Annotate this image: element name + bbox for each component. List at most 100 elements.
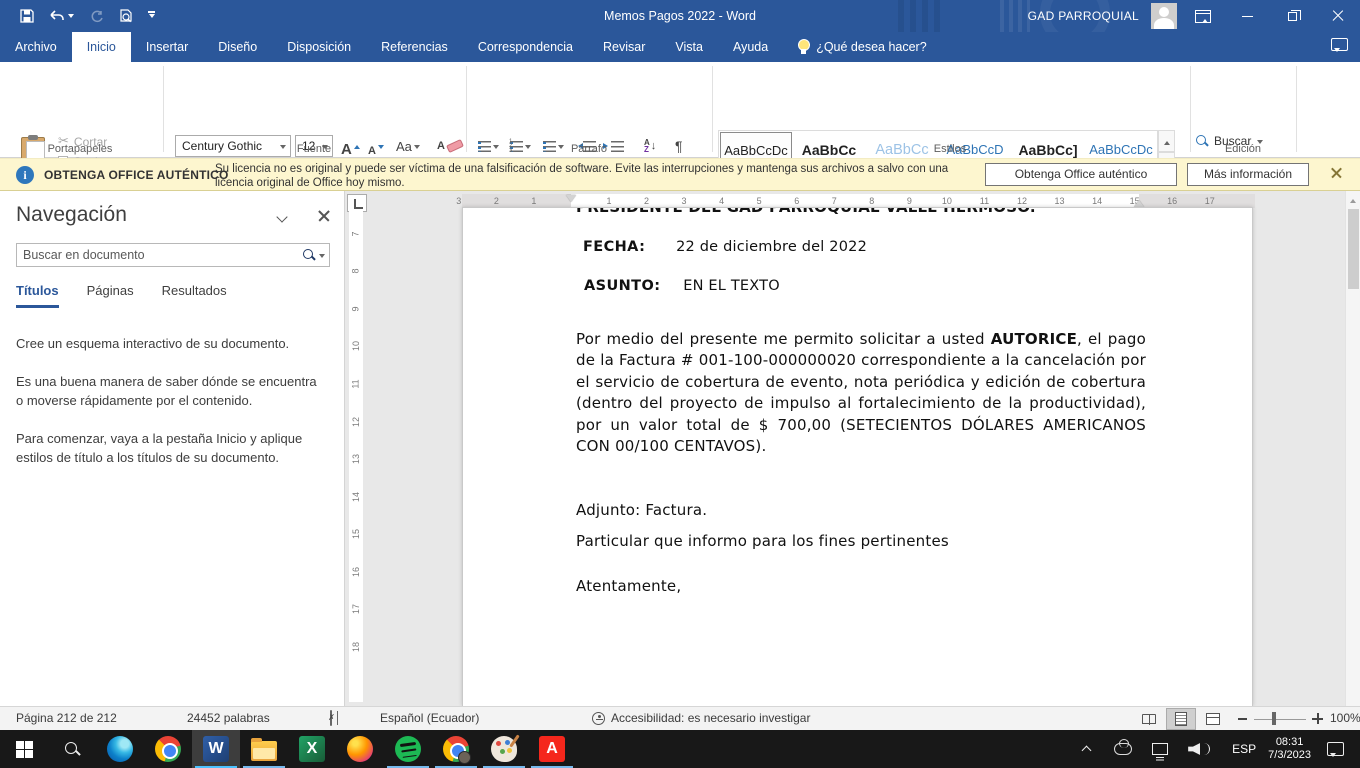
zoom-in-button[interactable] xyxy=(1312,713,1323,724)
customize-qat-button[interactable] xyxy=(148,11,155,20)
taskbar-explorer-icon[interactable] xyxy=(240,730,288,768)
restore-button[interactable] xyxy=(1270,0,1315,32)
eraser-icon xyxy=(446,139,464,153)
date-field: FECHA: 22 de diciembre del 2022 xyxy=(583,239,867,255)
ribbon-tab[interactable]: Correspondencia xyxy=(463,32,588,62)
ribbon-tab[interactable]: Diseño xyxy=(203,32,272,62)
ribbon-tab[interactable]: Revisar xyxy=(588,32,660,62)
bullets-button[interactable] xyxy=(478,135,499,157)
show-paragraph-marks-button[interactable]: ¶ xyxy=(675,135,683,157)
first-line-indent-marker[interactable] xyxy=(566,195,576,207)
chevron-down-icon[interactable] xyxy=(319,254,325,261)
help-paragraph: Cree un esquema interactivo de su docume… xyxy=(16,334,326,353)
search-icon[interactable] xyxy=(303,249,315,261)
get-genuine-office-button[interactable]: Obtenga Office auténtico xyxy=(985,163,1177,186)
taskbar-acrobat-icon[interactable]: A xyxy=(528,730,576,768)
body-paragraph: Por medio del presente me permito solici… xyxy=(576,329,1146,457)
taskbar-word-icon[interactable]: W xyxy=(192,730,240,768)
license-warning-title: OBTENGA OFFICE AUTÉNTICO xyxy=(44,168,229,182)
ribbon-tab[interactable]: Archivo xyxy=(0,32,72,62)
minimize-button[interactable] xyxy=(1225,0,1270,32)
proofing-errors-icon[interactable] xyxy=(330,707,332,731)
language-switcher[interactable]: ESP xyxy=(1232,742,1256,756)
attachment-line: Adjunto: Factura. xyxy=(576,501,707,519)
lightbulb-icon xyxy=(797,39,809,55)
taskbar-chrome-icon[interactable] xyxy=(144,730,192,768)
subject-field: ASUNTO: EN EL TEXTO xyxy=(584,278,780,294)
accessibility-icon xyxy=(592,712,605,725)
help-paragraph: Es una buena manera de saber dónde se en… xyxy=(16,372,326,410)
ribbon-tab[interactable]: Referencias xyxy=(366,32,463,62)
print-preview-button[interactable] xyxy=(119,9,133,24)
tray-expand-icon[interactable] xyxy=(1082,746,1092,753)
word-count[interactable]: 24452 palabras xyxy=(187,707,270,731)
ribbon-display-options-icon[interactable] xyxy=(1195,10,1211,23)
taskbar-excel-icon[interactable]: X xyxy=(288,730,336,768)
clock[interactable]: 08:317/3/2023 xyxy=(1268,736,1311,762)
taskbar-firefox-icon[interactable] xyxy=(336,730,384,768)
navigation-tab[interactable]: Páginas xyxy=(87,283,134,308)
language-indicator[interactable]: Español (Ecuador) xyxy=(380,707,479,731)
onedrive-icon[interactable] xyxy=(1114,743,1132,755)
zoom-slider-thumb[interactable] xyxy=(1272,712,1276,725)
titlebar-decoration xyxy=(898,0,942,32)
change-case-button[interactable]: Aa xyxy=(396,135,420,157)
numbering-button[interactable]: 123 xyxy=(510,135,531,157)
taskbar-paint-icon[interactable] xyxy=(480,730,528,768)
horizontal-ruler[interactable]: 3211234567891011121314151617 xyxy=(362,194,1255,208)
clipboard-group-label: Portapapeles xyxy=(20,143,140,155)
license-warning-message: Su licencia no es original y puede ser v… xyxy=(215,162,948,190)
ribbon-tab[interactable]: Inicio xyxy=(72,32,131,62)
taskbar-search-button[interactable] xyxy=(48,730,96,768)
undo-button[interactable] xyxy=(49,10,74,23)
close-pane-icon[interactable] xyxy=(317,209,331,223)
ribbon-tab[interactable]: Insertar xyxy=(131,32,203,62)
chevron-down-icon xyxy=(68,14,74,21)
ribbon-tab[interactable]: Disposición xyxy=(272,32,366,62)
web-layout-button[interactable] xyxy=(1198,708,1228,730)
zoom-slider-track[interactable] xyxy=(1254,719,1306,720)
ribbon-tab[interactable]: Vista xyxy=(660,32,718,62)
taskbar-edge-icon[interactable] xyxy=(96,730,144,768)
search-input[interactable] xyxy=(17,248,303,262)
titlebar-decoration xyxy=(1000,0,1030,32)
scroll-up-icon[interactable] xyxy=(1350,196,1356,203)
zoom-out-button[interactable] xyxy=(1238,718,1247,720)
tell-me-box[interactable]: ¿Qué desea hacer? xyxy=(797,32,927,62)
read-mode-button[interactable] xyxy=(1134,708,1164,730)
styles-scroll-up[interactable] xyxy=(1158,130,1175,152)
close-button[interactable] xyxy=(1315,0,1360,32)
vertical-ruler[interactable]: 789101112131415161718 xyxy=(349,211,363,702)
navigation-tab[interactable]: Títulos xyxy=(16,283,59,308)
navigation-tab[interactable]: Resultados xyxy=(162,283,227,308)
print-layout-button[interactable] xyxy=(1166,708,1196,730)
account-name[interactable]: GAD PARROQUIAL xyxy=(1028,9,1139,23)
close-warning-icon[interactable] xyxy=(1330,166,1344,180)
taskbar-chrome-profile-icon[interactable] xyxy=(432,730,480,768)
save-icon[interactable] xyxy=(20,9,34,23)
network-icon[interactable] xyxy=(1152,743,1168,755)
clear-formatting-button[interactable]: A xyxy=(437,135,463,157)
avatar[interactable] xyxy=(1151,3,1177,29)
vertical-scrollbar[interactable] xyxy=(1345,191,1360,706)
document-area: 3211234567891011121314151617 78910111213… xyxy=(345,191,1360,706)
start-button[interactable] xyxy=(0,730,48,768)
document-page[interactable]: PRESIDENTE DEL GAD PARROQUIAL VALLE HERM… xyxy=(462,207,1253,706)
taskbar-spotify-icon[interactable] xyxy=(384,730,432,768)
accessibility-status[interactable]: Accesibilidad: es necesario investigar xyxy=(592,707,810,731)
clipped-heading: PRESIDENTE DEL GAD PARROQUIAL VALLE HERM… xyxy=(576,207,1036,216)
action-center-icon[interactable] xyxy=(1327,742,1344,756)
right-indent-marker[interactable] xyxy=(1134,195,1144,207)
info-icon xyxy=(16,166,34,184)
volume-icon[interactable] xyxy=(1188,743,1200,755)
zoom-level[interactable]: 100% xyxy=(1330,707,1360,731)
chevron-down-icon[interactable] xyxy=(278,213,288,221)
more-info-button[interactable]: Más información xyxy=(1187,163,1309,186)
title-bar: Memos Pagos 2022 - Word GAD PARROQUIAL xyxy=(0,0,1360,32)
page-indicator[interactable]: Página 212 de 212 xyxy=(16,707,117,731)
ribbon-tab[interactable]: Ayuda xyxy=(718,32,783,62)
status-bar: Página 212 de 212 24452 palabras Español… xyxy=(0,706,1360,730)
feedback-icon[interactable] xyxy=(1331,38,1348,51)
document-search-box[interactable] xyxy=(16,243,330,267)
scrollbar-thumb[interactable] xyxy=(1348,209,1359,289)
